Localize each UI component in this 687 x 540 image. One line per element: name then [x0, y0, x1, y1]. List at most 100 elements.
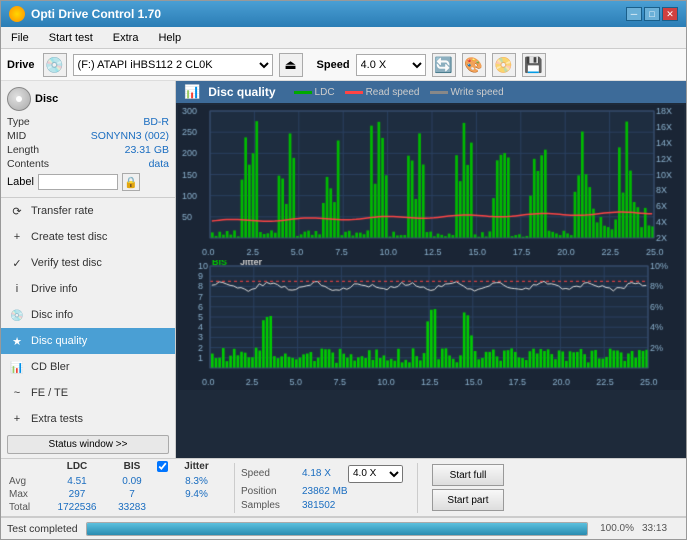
position-value: 23862 MB	[302, 486, 348, 497]
maximize-button[interactable]: □	[644, 7, 660, 21]
bottom-panel: LDC BIS Jitter Avg 4.51 0.09 8.3%	[1, 458, 686, 539]
contents-label: Contents	[7, 158, 49, 170]
avg-bis: 0.09	[107, 476, 157, 487]
read-speed-legend-color	[345, 91, 363, 94]
speed-stat-select[interactable]: 4.0 X	[348, 465, 403, 483]
start-full-button[interactable]: Start full	[432, 464, 504, 486]
menu-extra[interactable]: Extra	[109, 31, 143, 45]
menu-file[interactable]: File	[7, 31, 33, 45]
length-value: 23.31 GB	[125, 144, 169, 156]
nav-fe-te[interactable]: ~ FE / TE	[1, 380, 175, 406]
nav-verify-test[interactable]: ✓ Verify test disc	[1, 250, 175, 276]
start-part-button[interactable]: Start part	[432, 489, 504, 511]
nav-drive-info-label: Drive info	[31, 283, 77, 295]
title-bar: Opti Drive Control 1.70 ─ □ ✕	[1, 1, 686, 27]
disc-quality-icon: ★	[9, 333, 25, 349]
time-display: 33:13	[642, 523, 680, 534]
toolbar: Drive 💿 (F:) ATAPI iHBS112 2 CL0K ⏏ Spee…	[1, 49, 686, 81]
nav-verify-test-label: Verify test disc	[31, 257, 102, 269]
total-ldc: 1722536	[47, 502, 107, 513]
max-label: Max	[9, 489, 47, 500]
jitter-header: Jitter	[169, 461, 224, 475]
disc-info-icon: 💿	[9, 307, 25, 323]
nav-drive-info[interactable]: i Drive info	[1, 276, 175, 302]
mid-value: SONYNN3 (002)	[91, 130, 169, 142]
nav-disc-quality[interactable]: ★ Disc quality	[1, 328, 175, 354]
drive-info-icon: i	[9, 281, 25, 297]
cd-bler-icon: 📊	[9, 359, 25, 375]
window-controls: ─ □ ✕	[626, 7, 678, 21]
progress-bar-fill	[87, 523, 587, 535]
write-speed-legend-label: Write speed	[451, 87, 504, 98]
type-label: Type	[7, 116, 30, 128]
drive-icon-btn[interactable]: 💿	[43, 53, 67, 77]
disc-image	[7, 87, 31, 111]
max-bis: 7	[107, 489, 157, 500]
checkbox-col	[157, 461, 169, 475]
write-speed-legend-color	[430, 91, 448, 94]
avg-spacer	[157, 476, 169, 487]
menu-bar: File Start test Extra Help	[1, 27, 686, 49]
nav-extra-tests[interactable]: + Extra tests	[1, 406, 175, 431]
action-buttons: Start full Start part	[432, 464, 504, 511]
avg-jitter: 8.3%	[169, 476, 224, 487]
speed-select[interactable]: 4.0 X	[356, 54, 426, 76]
ldc-chart[interactable]	[178, 105, 684, 260]
transfer-rate-icon: ⟳	[9, 203, 25, 219]
nav-create-test[interactable]: + Create test disc	[1, 224, 175, 250]
disc-info-btn[interactable]: 📀	[492, 53, 516, 77]
read-speed-legend-label: Read speed	[366, 87, 420, 98]
status-window-btn[interactable]: Status window >>	[7, 435, 169, 454]
nav-transfer-rate[interactable]: ⟳ Transfer rate	[1, 198, 175, 224]
contents-value: data	[149, 158, 169, 170]
menu-help[interactable]: Help	[154, 31, 185, 45]
samples-label: Samples	[241, 500, 296, 511]
nav-disc-info[interactable]: 💿 Disc info	[1, 302, 175, 328]
avg-ldc: 4.51	[47, 476, 107, 487]
nav-transfer-rate-label: Transfer rate	[31, 205, 94, 217]
app-icon	[9, 6, 25, 22]
drive-label: Drive	[7, 59, 35, 71]
progress-bar	[86, 522, 588, 536]
close-button[interactable]: ✕	[662, 7, 678, 21]
max-ldc: 297	[47, 489, 107, 500]
label-icon-btn[interactable]: 🔒	[122, 173, 140, 191]
extra-tests-icon: +	[9, 411, 25, 427]
nav-section: ⟳ Transfer rate + Create test disc ✓ Ver…	[1, 198, 175, 431]
jitter-checkbox[interactable]	[157, 461, 168, 472]
label-input[interactable]	[38, 174, 118, 190]
bis-chart[interactable]	[178, 260, 684, 390]
minimize-button[interactable]: ─	[626, 7, 642, 21]
ldc-legend-label: LDC	[315, 87, 335, 98]
total-bis: 33283	[107, 502, 157, 513]
avg-label: Avg	[9, 476, 47, 487]
refresh-button[interactable]: 🔄	[432, 53, 456, 77]
fe-te-icon: ~	[9, 385, 25, 401]
save-btn[interactable]: 💾	[522, 53, 546, 77]
nav-cd-bler-label: CD Bler	[31, 361, 70, 373]
speed-label: Speed	[317, 59, 350, 71]
speed-stat-value: 4.18 X	[302, 468, 342, 479]
nav-disc-quality-label: Disc quality	[31, 335, 87, 347]
drive-select[interactable]: (F:) ATAPI iHBS112 2 CL0K	[73, 54, 273, 76]
ldc-legend-color	[294, 91, 312, 94]
chart-header-icon: 📊	[184, 84, 200, 100]
create-test-icon: +	[9, 229, 25, 245]
chart-header: 📊 Disc quality LDC Read speed Write spee…	[176, 81, 686, 103]
divider1	[234, 463, 235, 513]
menu-start-test[interactable]: Start test	[45, 31, 97, 45]
window-title: Opti Drive Control 1.70	[31, 7, 161, 21]
label-label: Label	[7, 176, 34, 188]
type-value: BD-R	[143, 116, 169, 128]
max-spacer	[157, 489, 169, 500]
sidebar: Disc Type BD-R MID SONYNN3 (002) Length …	[1, 81, 176, 458]
nav-create-test-label: Create test disc	[31, 231, 107, 243]
eject-button[interactable]: ⏏	[279, 53, 303, 77]
disc-color-btn[interactable]: 🎨	[462, 53, 486, 77]
ldc-header: LDC	[47, 461, 107, 475]
chart-title: Disc quality	[208, 85, 275, 99]
nav-extra-tests-label: Extra tests	[31, 413, 83, 425]
nav-cd-bler[interactable]: 📊 CD Bler	[1, 354, 175, 380]
chart-legend: LDC Read speed Write speed	[294, 87, 504, 98]
status-text: Test completed	[7, 523, 78, 535]
